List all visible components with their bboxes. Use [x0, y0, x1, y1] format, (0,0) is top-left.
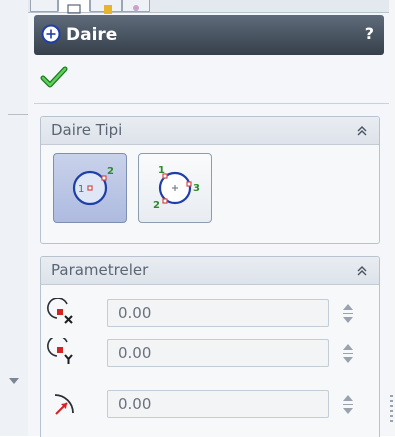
spin-down-icon[interactable]: [343, 408, 353, 414]
radius-spinner[interactable]: [341, 389, 357, 419]
left-dock-strip: [0, 0, 29, 436]
radius-input[interactable]: 0.00: [107, 390, 329, 418]
spin-up-icon[interactable]: [343, 395, 353, 401]
center-circle-icon: 1 2: [72, 166, 114, 206]
spinner-separator: [343, 353, 353, 354]
point-label-1: 1: [78, 184, 84, 195]
dock-scroll-down-icon[interactable]: [9, 378, 19, 384]
center-x-spinner[interactable]: [341, 298, 357, 328]
circle-type-options: 1 2 1 2 3: [41, 145, 379, 243]
circle-type-group-title: Daire Tipi: [51, 121, 123, 139]
tab-feature-manager[interactable]: [30, 0, 58, 12]
point-label-3: 3: [193, 183, 200, 194]
parameters-group-title: Parametreler: [51, 261, 149, 279]
double-chevron-up-icon[interactable]: [355, 124, 369, 138]
perimeter-circle-option[interactable]: 1 2 3: [138, 153, 212, 223]
dock-divider: [8, 114, 28, 115]
spin-up-icon[interactable]: [343, 304, 353, 310]
property-manager-tab-icon: [67, 4, 81, 14]
point-label-1: 1: [158, 165, 165, 176]
help-button[interactable]: ?: [365, 23, 374, 45]
point-label-2: 2: [107, 166, 114, 177]
ok-button[interactable]: [40, 64, 68, 90]
circle-type-group: Daire Tipi 1 2 1 2 3: [40, 116, 380, 244]
center-y-spinner[interactable]: [341, 338, 357, 368]
spin-up-icon[interactable]: [343, 344, 353, 350]
parameters-group: Parametreler 0.00 0.00 0.00: [40, 256, 380, 437]
right-resize-strip: [389, 0, 395, 436]
page-title: Daire: [66, 25, 118, 45]
center-y-input[interactable]: 0.00: [107, 339, 329, 367]
section-divider: [34, 103, 389, 104]
property-manager-title-bar: Daire ?: [34, 15, 384, 55]
tab-display-manager[interactable]: [122, 0, 150, 12]
display-tab-icon: [133, 5, 139, 11]
center-x-coordinate-icon: [47, 298, 73, 324]
tab-configuration-manager[interactable]: [90, 0, 122, 14]
radius-row: 0.00: [41, 387, 379, 423]
double-chevron-up-icon[interactable]: [355, 264, 369, 278]
circle-plus-icon: [41, 24, 61, 44]
circle-type-group-header[interactable]: Daire Tipi: [41, 117, 379, 145]
property-manager-panel: Daire ? Daire Tipi 1 2 1 2 3 Parametrele…: [28, 0, 389, 437]
center-x-row: 0.00: [41, 296, 379, 332]
point-label-2: 2: [153, 200, 160, 211]
resize-grip-icon[interactable]: [390, 395, 393, 425]
radius-icon: [54, 394, 74, 415]
spinner-separator: [343, 313, 353, 314]
center-circle-option[interactable]: 1 2: [53, 153, 127, 223]
tab-property-manager[interactable]: [58, 0, 90, 14]
spinner-separator: [343, 404, 353, 405]
perimeter-circle-icon: 1 2 3: [153, 165, 200, 211]
center-x-input[interactable]: 0.00: [107, 299, 329, 327]
center-y-coordinate-icon: [47, 338, 73, 364]
spin-down-icon[interactable]: [343, 357, 353, 363]
checkmark-icon: [40, 66, 68, 88]
center-y-row: 0.00: [41, 336, 379, 372]
manager-tab-row: [28, 0, 389, 14]
parameters-group-header[interactable]: Parametreler: [41, 257, 379, 285]
spin-down-icon[interactable]: [343, 317, 353, 323]
configuration-tab-icon: [104, 5, 112, 14]
